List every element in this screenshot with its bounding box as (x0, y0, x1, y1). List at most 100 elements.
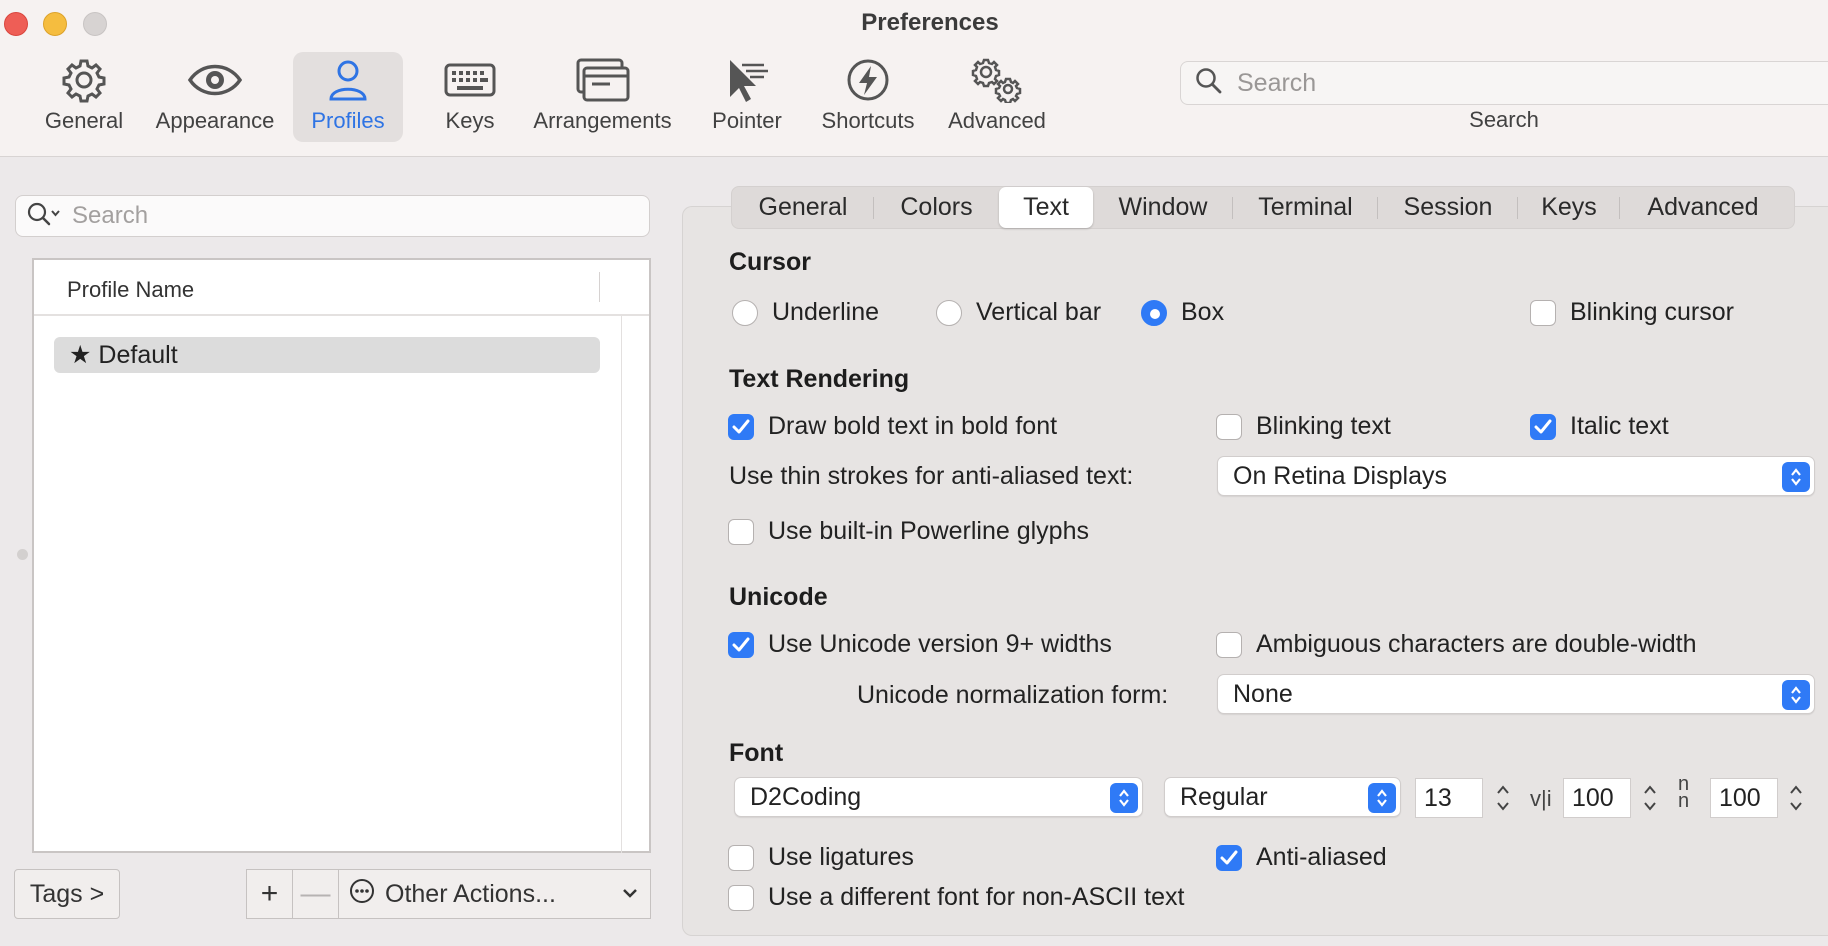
checkbox-ambiguous-double-width[interactable]: Ambiguous characters are double-width (1216, 630, 1697, 659)
profile-list-table: Profile Name ★ Default (32, 258, 651, 853)
add-profile-button[interactable]: + (246, 869, 293, 919)
checkbox-checked[interactable] (728, 631, 754, 658)
checkbox[interactable] (1530, 299, 1556, 326)
toolbar-keys-label: Keys (445, 108, 495, 133)
toolbar-search-field[interactable] (1180, 61, 1828, 105)
profile-row-default[interactable]: ★ Default (54, 337, 600, 373)
font-style-select[interactable]: Regular (1164, 777, 1401, 817)
toolbar-advanced[interactable]: Advanced (938, 52, 1056, 142)
checkbox-italic-text-label: Italic text (1570, 412, 1669, 440)
checkbox-ligatures-label: Use ligatures (768, 843, 914, 871)
profile-search-input[interactable] (72, 202, 632, 230)
radio-box[interactable]: Box (1141, 298, 1224, 327)
toolbar-search-input[interactable] (1237, 68, 1797, 98)
font-family-value: D2Coding (750, 782, 862, 811)
other-actions-menu[interactable]: Other Actions... (338, 869, 651, 919)
profile-search-field[interactable] (15, 195, 650, 237)
font-style-value: Regular (1180, 782, 1268, 811)
chevron-updown-icon (1782, 680, 1810, 710)
vertical-spacing-stepper[interactable] (1785, 778, 1807, 818)
checkbox-checked[interactable] (728, 413, 754, 440)
column-divider (599, 272, 600, 302)
thin-strokes-label: Use thin strokes for anti-aliased text: (729, 462, 1134, 490)
radio-button-selected[interactable] (1141, 299, 1167, 326)
remove-profile-button[interactable]: — (292, 869, 339, 919)
checkbox-blinking-cursor[interactable]: Blinking cursor (1530, 298, 1734, 327)
checkmark-icon (732, 637, 750, 651)
toolbar-pointer-label: Pointer (712, 108, 782, 133)
tab-colors[interactable]: Colors (874, 187, 999, 228)
toolbar-shortcuts[interactable]: Shortcuts (812, 52, 924, 142)
checkbox-unicode-v9-label: Use Unicode version 9+ widths (768, 630, 1112, 658)
checkbox[interactable] (728, 844, 754, 871)
stepper-arrows-icon (1790, 785, 1802, 811)
lightning-icon (846, 52, 890, 108)
checkbox-powerline-label: Use built-in Powerline glyphs (768, 517, 1089, 545)
radio-button[interactable] (936, 299, 962, 326)
section-cursor: Cursor (729, 248, 811, 276)
section-font: Font (729, 739, 784, 767)
tab-session[interactable]: Session (1378, 187, 1518, 228)
checkbox-unicode-v9[interactable]: Use Unicode version 9+ widths (728, 630, 1112, 659)
checkmark-icon (1220, 850, 1238, 864)
toolbar-arrangements-label: Arrangements (533, 108, 672, 133)
other-actions-label: Other Actions... (385, 879, 556, 908)
checkbox-anti-aliased-label: Anti-aliased (1256, 843, 1387, 871)
checkbox-checked[interactable] (1530, 413, 1556, 440)
checkbox[interactable] (728, 884, 754, 911)
checkbox-italic-text[interactable]: Italic text (1530, 412, 1669, 441)
chevron-down-icon (620, 882, 640, 911)
toolbar-pointer[interactable]: Pointer (700, 52, 794, 142)
toolbar-search-label: Search (1469, 107, 1539, 132)
checkmark-icon (732, 419, 750, 433)
ellipsis-circle-icon (349, 878, 375, 911)
table-header: Profile Name (34, 260, 649, 316)
toolbar-keys[interactable]: Keys (420, 52, 520, 142)
tab-keys[interactable]: Keys (1518, 187, 1620, 228)
vertical-spacing-field[interactable]: 100 (1710, 778, 1778, 818)
normalization-select[interactable]: None (1217, 674, 1815, 714)
column-header-profile-name[interactable]: Profile Name (67, 277, 194, 303)
checkbox-blinking-cursor-label: Blinking cursor (1570, 298, 1734, 326)
tab-general[interactable]: General (732, 187, 874, 228)
checkmark-icon (1534, 419, 1552, 433)
checkbox-ligatures[interactable]: Use ligatures (728, 843, 914, 872)
toolbar-appearance[interactable]: Appearance (150, 52, 280, 142)
section-text-rendering: Text Rendering (729, 365, 910, 393)
font-size-stepper[interactable] (1492, 778, 1514, 818)
tab-text[interactable]: Text (999, 187, 1093, 228)
checkbox-draw-bold[interactable]: Draw bold text in bold font (728, 412, 1057, 441)
toolbar-advanced-label: Advanced (948, 108, 1046, 133)
thin-strokes-select[interactable]: On Retina Displays (1217, 456, 1815, 496)
checkbox-non-ascii-font[interactable]: Use a different font for non-ASCII text (728, 883, 1184, 912)
checkbox[interactable] (1216, 631, 1242, 658)
splitter-handle[interactable] (17, 549, 28, 560)
tab-terminal[interactable]: Terminal (1233, 187, 1378, 228)
toolbar-profiles[interactable]: Profiles (293, 52, 403, 142)
radio-vertical-bar[interactable]: Vertical bar (936, 298, 1101, 327)
font-size-field[interactable]: 13 (1415, 778, 1483, 818)
checkbox[interactable] (1216, 413, 1242, 440)
tab-advanced[interactable]: Advanced (1620, 187, 1786, 228)
checkbox[interactable] (728, 518, 754, 545)
checkbox-blinking-text[interactable]: Blinking text (1216, 412, 1391, 441)
font-family-select[interactable]: D2Coding (734, 777, 1143, 817)
horizontal-spacing-field[interactable]: 100 (1563, 778, 1631, 818)
radio-button[interactable] (732, 299, 758, 326)
toolbar-general[interactable]: General (30, 52, 138, 142)
checkbox-checked[interactable] (1216, 844, 1242, 871)
radio-underline[interactable]: Underline (732, 298, 879, 327)
keyboard-icon (444, 52, 496, 108)
chevron-updown-icon (1782, 462, 1810, 492)
checkbox-powerline[interactable]: Use built-in Powerline glyphs (728, 517, 1089, 546)
vertical-spacing-icon: nn (1678, 773, 1690, 812)
tab-window[interactable]: Window (1093, 187, 1233, 228)
stepper-arrows-icon (1644, 785, 1656, 811)
checkbox-anti-aliased[interactable]: Anti-aliased (1216, 843, 1387, 872)
tags-button[interactable]: Tags > (14, 869, 120, 919)
toolbar-profiles-label: Profiles (311, 108, 385, 133)
profile-tab-bar: General Colors Text Window Terminal Sess… (731, 186, 1795, 229)
chevron-updown-icon (1368, 783, 1396, 813)
toolbar-arrangements[interactable]: Arrangements (525, 52, 680, 142)
horizontal-spacing-stepper[interactable] (1639, 778, 1661, 818)
